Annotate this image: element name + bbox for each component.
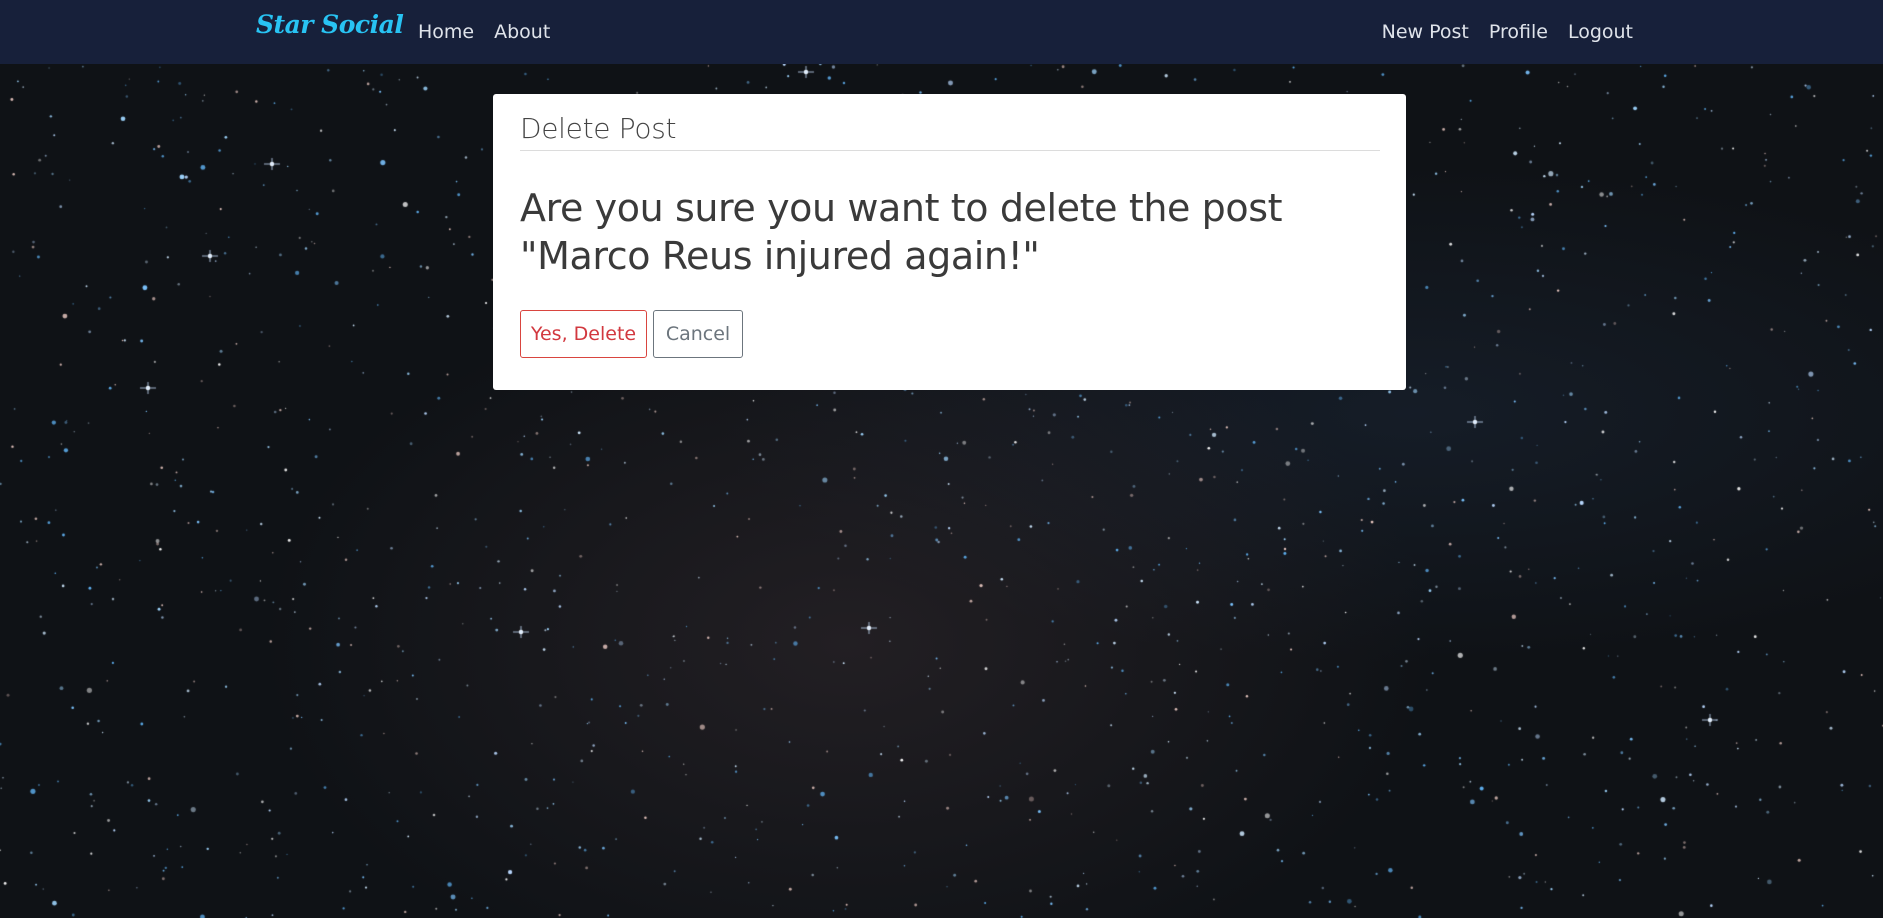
nav-link-logout[interactable]: Logout (1568, 21, 1633, 43)
nav-link-profile[interactable]: Profile (1489, 21, 1548, 43)
cancel-button[interactable]: Cancel (653, 310, 743, 358)
delete-post-card: Delete Post Are you sure you want to del… (493, 94, 1406, 390)
nav-right-group: New Post Profile Logout (1382, 0, 1633, 64)
card-legend: Delete Post (520, 112, 1380, 151)
confirm-delete-button[interactable]: Yes, Delete (520, 310, 647, 358)
nav-link-about[interactable]: About (494, 21, 550, 43)
top-navbar: Star Social Home About New Post Profile … (0, 0, 1883, 64)
nav-link-home[interactable]: Home (418, 21, 474, 43)
nav-left-group: Home About (418, 0, 570, 64)
nav-link-new-post[interactable]: New Post (1382, 21, 1469, 43)
delete-confirmation-text: Are you sure you want to delete the post… (520, 186, 1283, 278)
brand-logo-link[interactable]: Star Social (256, 10, 404, 39)
